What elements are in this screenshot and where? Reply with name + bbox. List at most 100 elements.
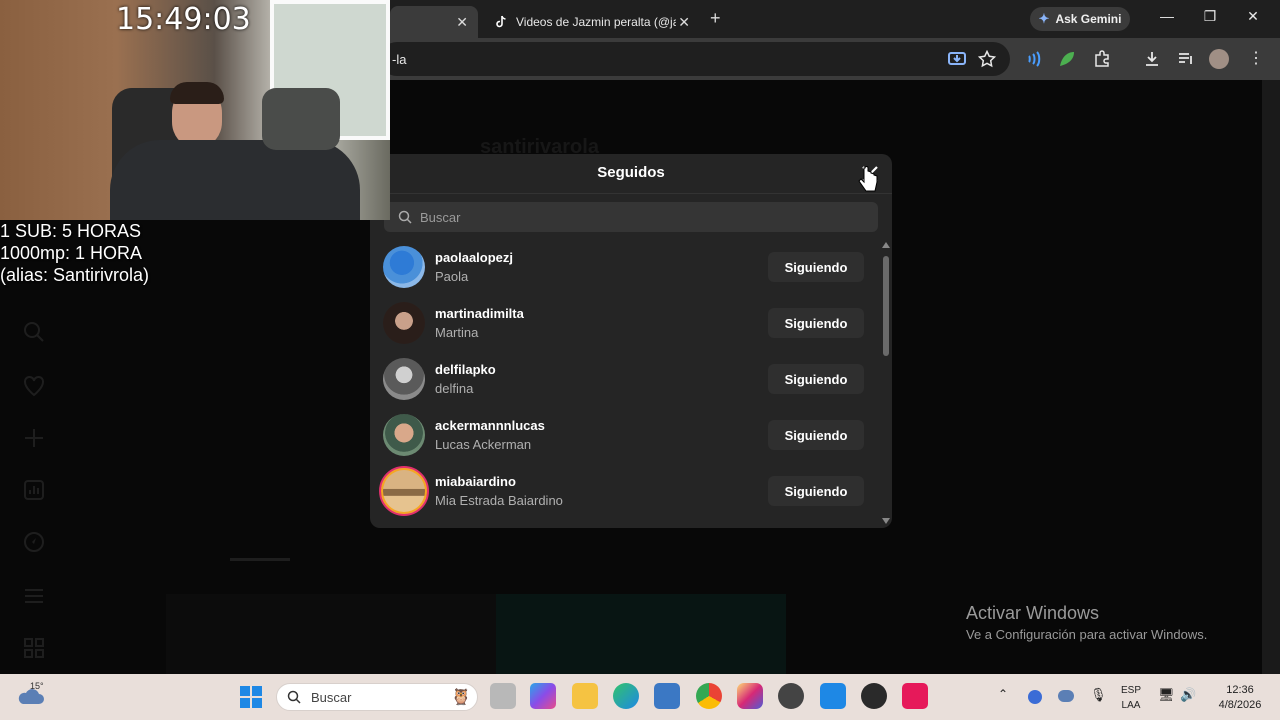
close-tab-icon[interactable]: ✕: [678, 14, 690, 31]
username[interactable]: martinadimilta: [435, 306, 524, 321]
windows-start-icon[interactable]: [240, 686, 262, 708]
display-name: Mia Estrada Baiardino: [435, 493, 563, 508]
activation-watermark-title: Activar Windows: [966, 603, 1100, 623]
following-button[interactable]: Siguiendo: [768, 476, 864, 506]
restore-icon[interactable]: ❐: [1195, 8, 1225, 25]
following-modal: Seguidos paolaalopezj Paola Siguiendo ma…: [370, 154, 892, 528]
following-button[interactable]: Siguiendo: [768, 420, 864, 450]
file-explorer-icon[interactable]: [572, 683, 598, 709]
tiktok-icon: [496, 15, 506, 28]
bookmark-star-icon[interactable]: [978, 50, 996, 68]
tiktok-app-icon[interactable]: [902, 683, 928, 709]
keyboard-layout[interactable]: LAA: [1118, 700, 1144, 711]
ask-gemini-button[interactable]: ✦ Ask Gemini: [1030, 7, 1130, 31]
store-icon[interactable]: [654, 683, 680, 709]
scroll-thumb[interactable]: [883, 256, 889, 356]
tray-app-icon[interactable]: [1028, 690, 1042, 704]
windows-taskbar: 15° Buscar 🦉 ⌃ 🎙 ESP LAA 🖥 🔊 12:36 4/8/2…: [0, 674, 1280, 720]
list-item[interactable]: martinadimilta Martina Siguiendo: [370, 296, 880, 352]
taskbar-clock[interactable]: 12:36 4/8/2026: [1208, 683, 1272, 713]
tray-chevron-up-icon[interactable]: ⌃: [998, 687, 1008, 701]
window-close-icon[interactable]: ✕: [1238, 8, 1268, 25]
chrome-icon[interactable]: [696, 683, 722, 709]
list-item[interactable]: paolaalopezj Paola Siguiendo: [370, 240, 880, 296]
address-bar[interactable]: -la: [380, 42, 1010, 76]
edge-icon[interactable]: [613, 683, 639, 709]
list-item[interactable]: ackermannnlucas Lucas Ackerman Siguiendo: [370, 408, 880, 464]
list-item[interactable]: delfilapko delfina Siguiendo: [370, 352, 880, 408]
extension-audio-icon[interactable]: [1025, 50, 1043, 68]
install-app-icon[interactable]: [948, 50, 966, 68]
page-scrollbar[interactable]: [1262, 80, 1280, 674]
task-view-icon[interactable]: [490, 683, 516, 709]
avatar[interactable]: [383, 358, 425, 400]
webcam-feed: 15:49:03: [0, 0, 390, 220]
avatar-story-ring[interactable]: [379, 466, 429, 516]
new-tab-button[interactable]: +: [710, 8, 721, 29]
search-input[interactable]: [420, 209, 860, 225]
tab-title: Videos de Jazmin peralta (@jaz: [516, 15, 676, 29]
profile-avatar[interactable]: [1209, 49, 1229, 69]
weather-temperature: 15°: [30, 681, 44, 691]
subathon-line-2: 1000mp: 1 HORA: [0, 243, 143, 263]
menu-dots-icon[interactable]: ⋮: [1248, 48, 1264, 68]
language-code[interactable]: ESP: [1118, 685, 1144, 696]
display-name: Paola: [435, 269, 469, 284]
taskbar-search-label: Buscar: [311, 689, 352, 705]
following-button[interactable]: Siguiendo: [768, 252, 864, 282]
ask-gemini-label: Ask Gemini: [1055, 12, 1122, 26]
following-button[interactable]: Siguiendo: [768, 308, 864, 338]
subathon-line-3: (alias: Santirivrola): [0, 265, 150, 285]
obs-icon[interactable]: [861, 683, 887, 709]
search-field[interactable]: [384, 202, 878, 232]
subathon-line-1: 1 SUB: 5 HORAS: [0, 221, 142, 241]
close-tab-icon[interactable]: ✕: [456, 14, 468, 31]
media-queue-icon[interactable]: [1177, 50, 1195, 68]
modal-divider: [370, 193, 892, 194]
volume-icon[interactable]: 🔊: [1180, 687, 1196, 703]
vscode-icon[interactable]: [820, 683, 846, 709]
search-icon: [287, 690, 301, 704]
minimize-icon[interactable]: —: [1152, 8, 1182, 24]
m365-icon[interactable]: [530, 683, 556, 709]
display-name: Martina: [435, 325, 479, 340]
scroll-up-icon[interactable]: [882, 242, 890, 248]
hand-cursor-icon: [858, 166, 878, 192]
username[interactable]: paolaalopezj: [435, 250, 513, 265]
extensions-puzzle-icon[interactable]: [1093, 50, 1111, 68]
extension-leaf-icon[interactable]: [1058, 50, 1076, 68]
game-app-icon[interactable]: [778, 683, 804, 709]
webcam-person-body: [110, 140, 360, 220]
taskbar-time: 12:36: [1226, 684, 1254, 696]
webcam-person-hair: [170, 82, 224, 104]
following-button[interactable]: Siguiendo: [768, 364, 864, 394]
avatar[interactable]: [383, 246, 425, 288]
username[interactable]: ackermannnlucas: [435, 418, 545, 433]
address-text: -la: [392, 51, 407, 67]
stream-clock: 15:49:03: [116, 2, 251, 37]
microphone-icon[interactable]: 🎙: [1090, 687, 1107, 703]
display-name: delfina: [435, 381, 474, 396]
download-icon[interactable]: [1143, 50, 1161, 68]
username[interactable]: miabaiardino: [435, 474, 516, 489]
tab-jazmin-videos[interactable]: Videos de Jazmin peralta (@jaz ✕: [484, 6, 700, 38]
scroll-down-icon[interactable]: [882, 518, 890, 524]
instagram-icon[interactable]: [737, 683, 763, 709]
list-scrollbar[interactable]: [880, 240, 892, 528]
network-icon[interactable]: 🖥: [1158, 687, 1175, 703]
display-name: Lucas Ackerman: [435, 437, 532, 452]
webcam-pillow: [262, 88, 340, 150]
taskbar-search[interactable]: Buscar 🦉: [276, 683, 478, 711]
screen: ✕ Videos de Jazmin peralta (@jaz ✕ + ✦ A…: [0, 0, 1280, 720]
list-item[interactable]: miabaiardino Mia Estrada Baiardino Sigui…: [370, 464, 880, 520]
tray-cloud-icon[interactable]: [1058, 690, 1074, 702]
tab-active[interactable]: ✕: [390, 6, 478, 38]
activation-watermark-subtitle: Ve a Configuración para activar Windows.: [966, 627, 1208, 642]
modal-title: Seguidos: [597, 164, 665, 181]
avatar[interactable]: [383, 414, 425, 456]
following-list: paolaalopezj Paola Siguiendo martinadimi…: [370, 240, 880, 528]
avatar[interactable]: [383, 302, 425, 344]
search-icon: [398, 210, 412, 224]
username[interactable]: delfilapko: [435, 362, 496, 377]
gemini-sparkle-icon: ✦: [1038, 11, 1050, 26]
